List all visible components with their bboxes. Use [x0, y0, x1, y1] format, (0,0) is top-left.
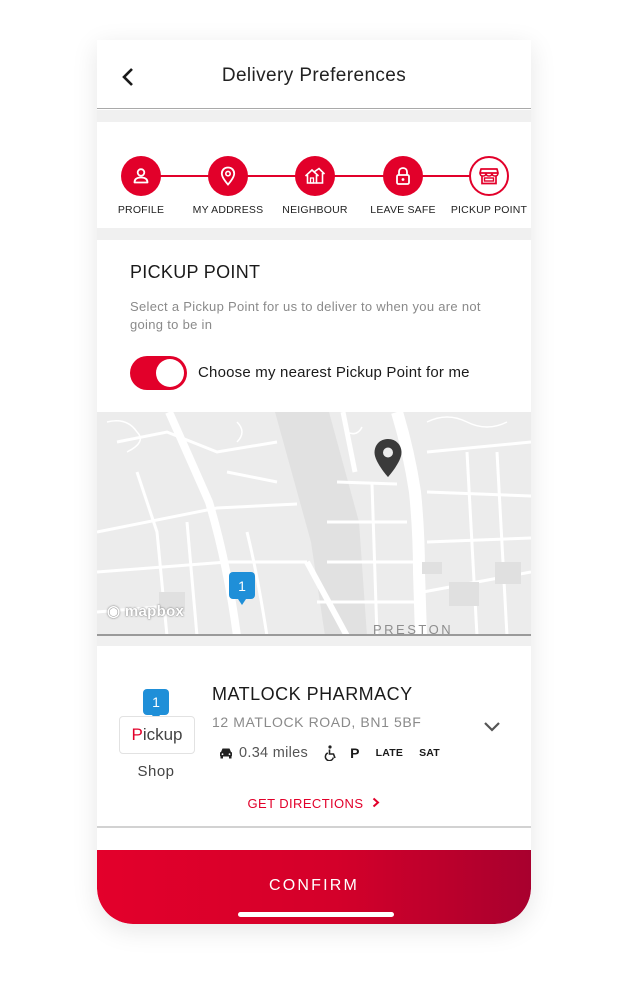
confirm-label: CONFIRM — [268, 877, 360, 894]
badge-number: 1 — [152, 694, 160, 710]
page-title: Delivery Preferences — [221, 65, 407, 86]
store-address: 12 MATLOCK ROAD, BN1 5BF — [212, 714, 422, 730]
section-description: Select a Pickup Point for us to deliver … — [130, 299, 481, 332]
location-pin-icon — [208, 156, 248, 196]
map-view[interactable]: 1 ◉ mapbox PRESTON — [97, 412, 531, 636]
person-icon — [121, 156, 161, 196]
mapbox-logo: ◉ mapbox — [107, 603, 185, 620]
marker-badge-icon: 1 — [229, 572, 255, 605]
step-pickup-point[interactable]: PICKUP POINT — [445, 156, 531, 216]
chevron-right-icon — [373, 797, 380, 808]
shop-icon — [469, 156, 509, 196]
phone-screen: Delivery Preferences PROFILE MY ADDRESS — [97, 40, 531, 924]
pickup-brand-logo: Pickup — [119, 716, 195, 754]
step-label: PICKUP POINT — [450, 204, 528, 216]
marker-number: 1 — [238, 578, 246, 594]
wheelchair-icon — [324, 745, 336, 761]
pickup-point-section: PICKUP POINT Select a Pickup Point for u… — [97, 240, 531, 412]
confirm-button[interactable]: CONFIRM — [97, 850, 531, 924]
get-directions-link[interactable]: GET DIRECTIONS — [97, 796, 531, 811]
step-profile[interactable]: PROFILE — [97, 156, 185, 216]
pickup-location-card[interactable]: 1 Pickup Shop MATLOCK PHARMACY 12 MATLOC… — [97, 646, 531, 828]
parking-badge: P — [350, 745, 360, 761]
pickup-map-marker[interactable]: 1 — [229, 572, 255, 611]
section-title: PICKUP POINT — [130, 262, 261, 282]
progress-stepper: PROFILE MY ADDRESS NEIGHBOUR LEAVE SAFE … — [97, 122, 531, 228]
divider — [97, 228, 531, 240]
store-name: MATLOCK PHARMACY — [212, 684, 413, 704]
houses-icon — [295, 156, 335, 196]
nearest-pickup-toggle[interactable] — [130, 356, 187, 390]
step-leave-safe[interactable]: LEAVE SAFE — [359, 156, 447, 216]
divider — [97, 636, 531, 646]
lock-icon — [383, 156, 423, 196]
step-neighbour[interactable]: NEIGHBOUR — [271, 156, 359, 216]
mapbox-icon: ◉ — [107, 603, 121, 620]
store-features: 0.34 miles P LATE SAT — [219, 743, 456, 763]
location-type: Shop — [137, 763, 175, 780]
divider — [97, 110, 531, 122]
step-label: NEIGHBOUR — [282, 204, 348, 216]
car-icon — [220, 748, 232, 759]
step-label: MY ADDRESS — [192, 204, 264, 216]
header: Delivery Preferences — [97, 40, 531, 109]
distance: 0.34 miles — [239, 745, 309, 761]
saturday-opening-badge: SAT — [419, 747, 440, 759]
late-opening-badge: LATE — [375, 747, 404, 759]
step-label: LEAVE SAFE — [370, 204, 436, 216]
chevron-down-icon[interactable] — [483, 721, 501, 733]
step-my-address[interactable]: MY ADDRESS — [184, 156, 272, 216]
step-label: PROFILE — [117, 204, 165, 216]
home-indicator — [238, 912, 394, 917]
location-pin-icon[interactable] — [373, 438, 403, 478]
toggle-label: Choose my nearest Pickup Point for me — [198, 364, 470, 381]
toggle-knob — [156, 359, 184, 387]
